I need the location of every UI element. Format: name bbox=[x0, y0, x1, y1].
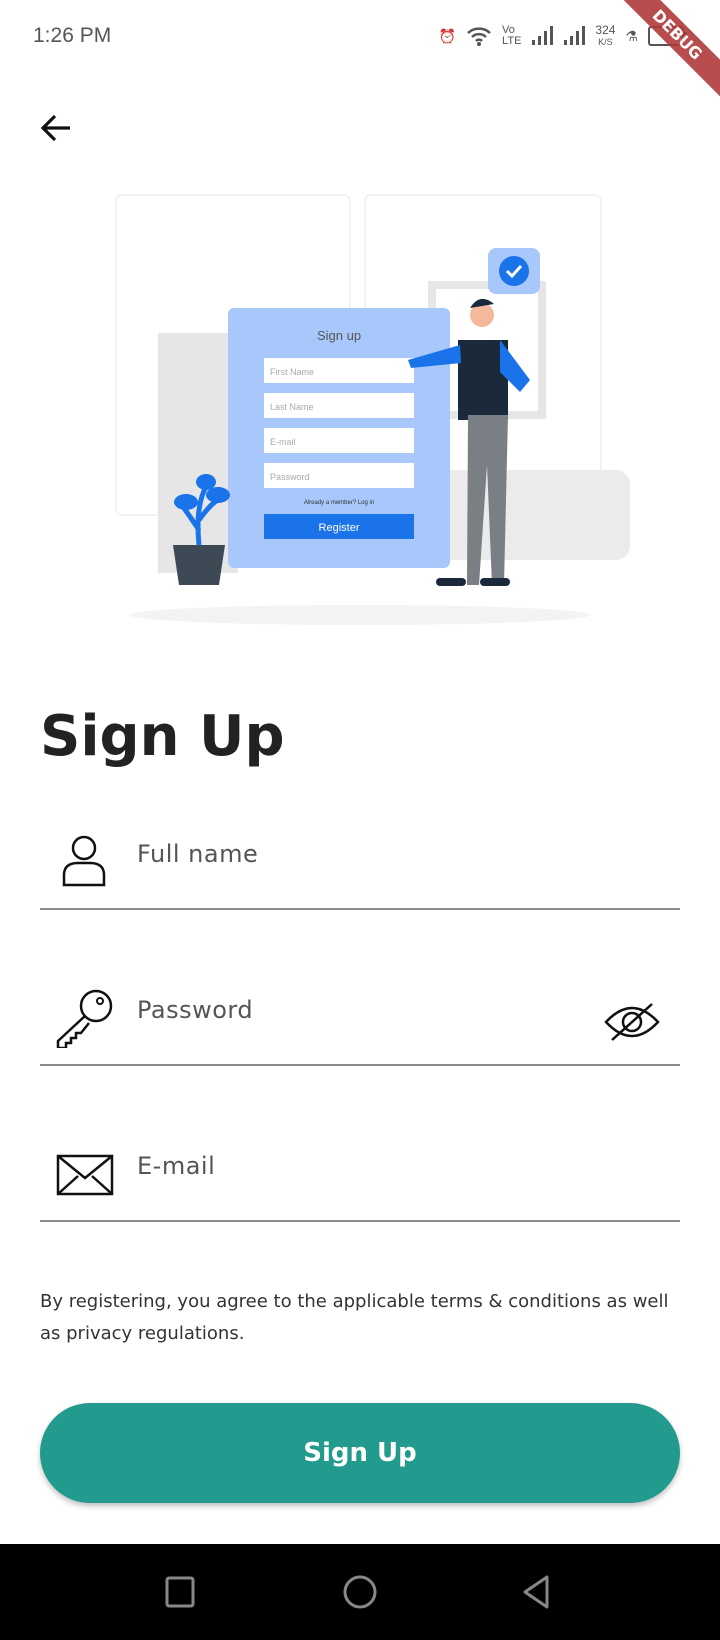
full-name-field[interactable]: Full name bbox=[40, 830, 680, 910]
illus-field: Password bbox=[270, 472, 310, 482]
password-field[interactable]: Password bbox=[40, 986, 680, 1066]
illus-field: Last Name bbox=[270, 402, 314, 412]
lte-text: LTE bbox=[502, 35, 522, 47]
back-nav-icon[interactable] bbox=[520, 1574, 552, 1610]
eye-off-icon[interactable] bbox=[602, 1000, 662, 1044]
email-placeholder: E-mail bbox=[137, 1152, 216, 1180]
net-speed-unit: K/S bbox=[598, 37, 613, 47]
alarm-icon: ⏰ bbox=[438, 27, 457, 44]
email-field[interactable]: E-mail bbox=[40, 1142, 680, 1222]
back-arrow-icon[interactable] bbox=[36, 108, 76, 148]
volte-indicator: Vo LTE bbox=[502, 25, 521, 47]
key-icon bbox=[56, 989, 113, 1048]
net-speed-value: 324 bbox=[595, 23, 616, 37]
navigation-bar bbox=[0, 1544, 720, 1640]
status-bar: 1:26 PM ⏰ Vo LTE 324 K/S ⚗ DEBUG bbox=[0, 0, 720, 105]
wifi-icon bbox=[467, 27, 491, 46]
home-icon[interactable] bbox=[342, 1574, 378, 1610]
illus-form-title: Sign up bbox=[317, 328, 361, 343]
sign-up-button[interactable]: Sign Up bbox=[40, 1403, 680, 1503]
terms-text: By registering, you agree to the applica… bbox=[40, 1291, 669, 1344]
illus-field: First Name bbox=[270, 367, 314, 377]
debug-banner: DEBUG bbox=[607, 0, 720, 105]
net-speed: 324 K/S bbox=[595, 24, 615, 48]
illus-field: E-mail bbox=[270, 437, 296, 447]
illus-login-prompt: Already a member? Log in bbox=[304, 500, 374, 506]
signup-illustration: Sign up First Name Last Name E-mail Pass… bbox=[115, 194, 630, 625]
signal-icon-2 bbox=[564, 26, 586, 45]
flask-icon: ⚗ bbox=[625, 27, 638, 44]
full-name-placeholder: Full name bbox=[137, 840, 259, 868]
status-time: 1:26 PM bbox=[33, 24, 112, 47]
recents-icon[interactable] bbox=[164, 1574, 196, 1610]
person-icon bbox=[62, 835, 106, 887]
signal-icon bbox=[532, 26, 554, 45]
page-title: Sign Up bbox=[40, 704, 285, 769]
illus-register: Register bbox=[319, 522, 360, 534]
envelope-icon bbox=[56, 1154, 114, 1196]
password-placeholder: Password bbox=[137, 996, 254, 1024]
